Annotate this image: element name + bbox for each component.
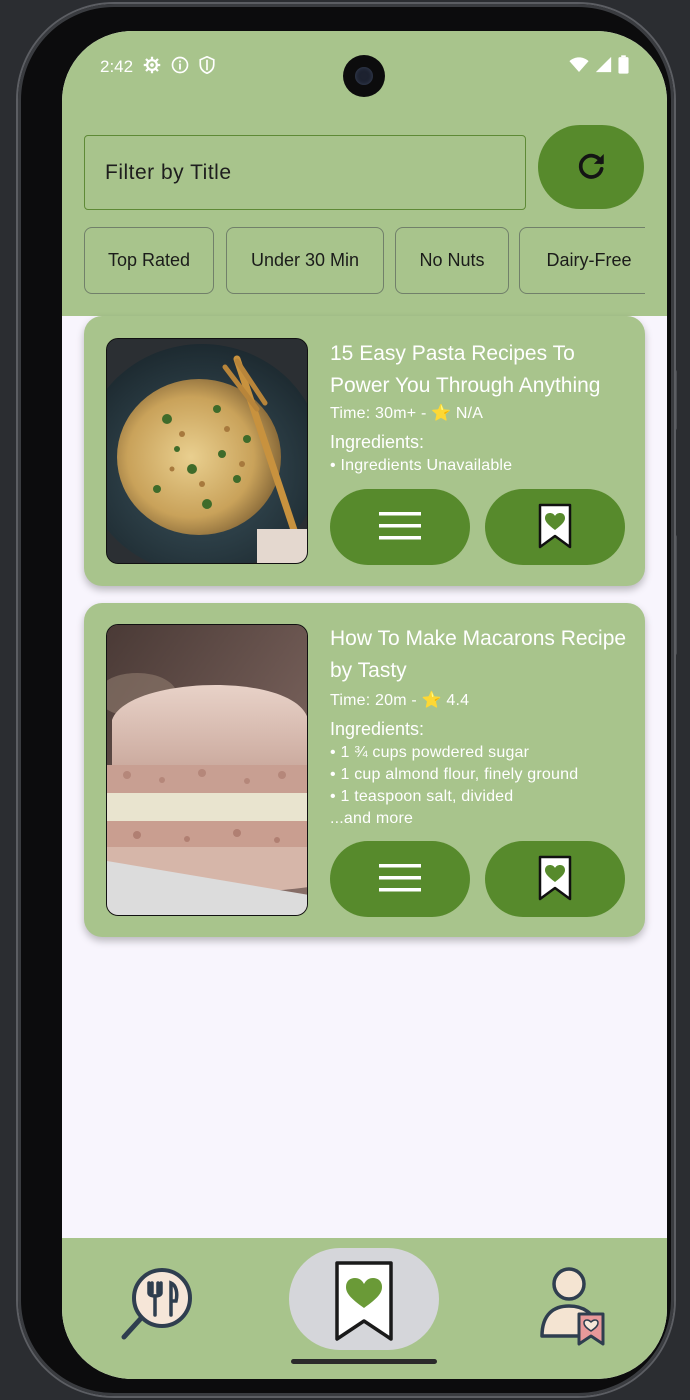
recipe-card: 15 Easy Pasta Recipes To Power You Throu… — [84, 316, 645, 586]
ingredient-item: • 1 ¾ cups powdered sugar — [330, 744, 530, 761]
refresh-button[interactable] — [538, 125, 644, 209]
ingredient-item: • 1 cup almond flour, finely ground — [330, 766, 579, 783]
ingredients-heading: Ingredients: — [330, 432, 425, 452]
bookmark-heart-icon — [538, 855, 572, 904]
recipe-details-button[interactable] — [330, 489, 470, 565]
saved-recipes-icon — [334, 1260, 394, 1347]
chip-top-rated[interactable]: Top Rated — [84, 227, 214, 294]
ingredients-heading: Ingredients: — [330, 719, 425, 739]
recipe-image[interactable] — [106, 624, 308, 916]
recipe-details-button[interactable] — [330, 841, 470, 917]
wifi-icon — [569, 56, 589, 78]
recipe-title: 15 Easy Pasta Recipes To Power You Throu… — [330, 342, 601, 397]
filter-chip-row: Top Rated Under 30 Min No Nuts Dairy-Fre… — [84, 227, 645, 294]
chip-dairy-free[interactable]: Dairy-Free — [519, 227, 645, 294]
save-recipe-button[interactable] — [485, 841, 625, 917]
menu-icon — [379, 863, 421, 896]
recipe-title: How To Make Macarons Recipe by Tasty — [330, 627, 627, 682]
recipe-card: How To Make Macarons Recipe by Tasty Tim… — [84, 603, 645, 937]
phone-frame: 2:42 Filter by Title Top Rated Under 30 … — [18, 4, 674, 1396]
search-input[interactable] — [84, 135, 526, 210]
ingredient-more: ...and more — [330, 810, 414, 827]
ingredient-item: • 1 teaspoon salt, divided — [330, 788, 514, 805]
chip-no-nuts[interactable]: No Nuts — [395, 227, 509, 294]
nav-profile[interactable] — [532, 1264, 612, 1350]
bottom-navigation — [62, 1238, 667, 1379]
chip-under-30-min[interactable]: Under 30 Min — [226, 227, 384, 294]
bookmark-heart-icon — [538, 503, 572, 552]
menu-icon — [379, 511, 421, 544]
home-indicator[interactable] — [291, 1359, 437, 1364]
nav-saved-recipes[interactable] — [324, 1258, 404, 1348]
app-screen: 2:42 Filter by Title Top Rated Under 30 … — [62, 31, 667, 1379]
profile-icon — [537, 1264, 607, 1351]
signal-icon — [595, 56, 612, 78]
search-recipes-icon — [116, 1263, 196, 1348]
front-camera — [343, 55, 385, 97]
battery-icon — [618, 55, 629, 79]
ingredient-item: • Ingredients Unavailable — [330, 457, 513, 474]
shield-icon — [199, 55, 215, 79]
nav-search-recipes[interactable] — [114, 1263, 198, 1347]
info-icon — [171, 56, 189, 79]
gear-icon — [143, 56, 161, 79]
recipe-image[interactable] — [106, 338, 308, 564]
save-recipe-button[interactable] — [485, 489, 625, 565]
recipe-meta: Time: 20m - ⭐ 4.4 — [330, 692, 470, 709]
status-time: 2:42 — [100, 57, 134, 76]
recipe-meta: Time: 30m+ - ⭐ N/A — [330, 405, 484, 422]
refresh-icon — [574, 149, 608, 186]
